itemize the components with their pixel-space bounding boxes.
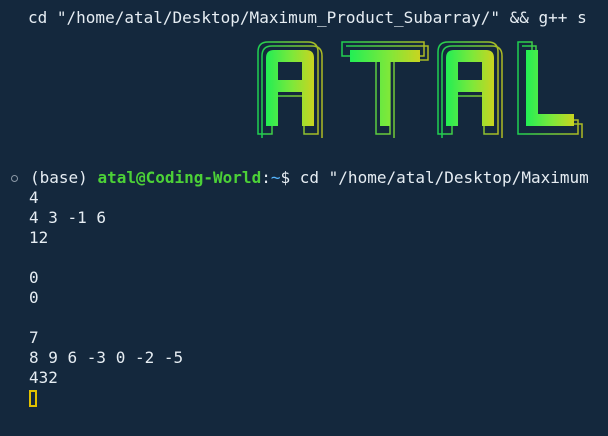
prompt-separator: : [261,168,271,187]
terminal-pane[interactable]: cd "/home/atal/Desktop/Maximum_Product_S… [0,0,608,436]
user-host: atal@Coding-World [97,168,262,187]
prompt-line: (base) atal@Coding-World:~$ cd "/home/at… [30,168,608,188]
output-line: 12 [29,228,49,247]
output-line: 4 [29,188,39,207]
ascii-banner [257,41,583,138]
output-line: 8 9 6 -3 0 -2 -5 [29,348,184,367]
output-line: 4 3 -1 6 [29,208,107,227]
prompt-command: cd "/home/atal/Desktop/Maximum [299,168,589,187]
prompt-status-icon [11,175,18,182]
output-line: 432 [29,368,58,387]
output-line: 0 [29,288,39,307]
output-line: 7 [29,328,39,347]
conda-env: (base) [30,168,88,187]
prompt-symbol: $ [280,168,291,187]
output-line: 0 [29,268,39,287]
terminal-cursor [29,390,37,407]
